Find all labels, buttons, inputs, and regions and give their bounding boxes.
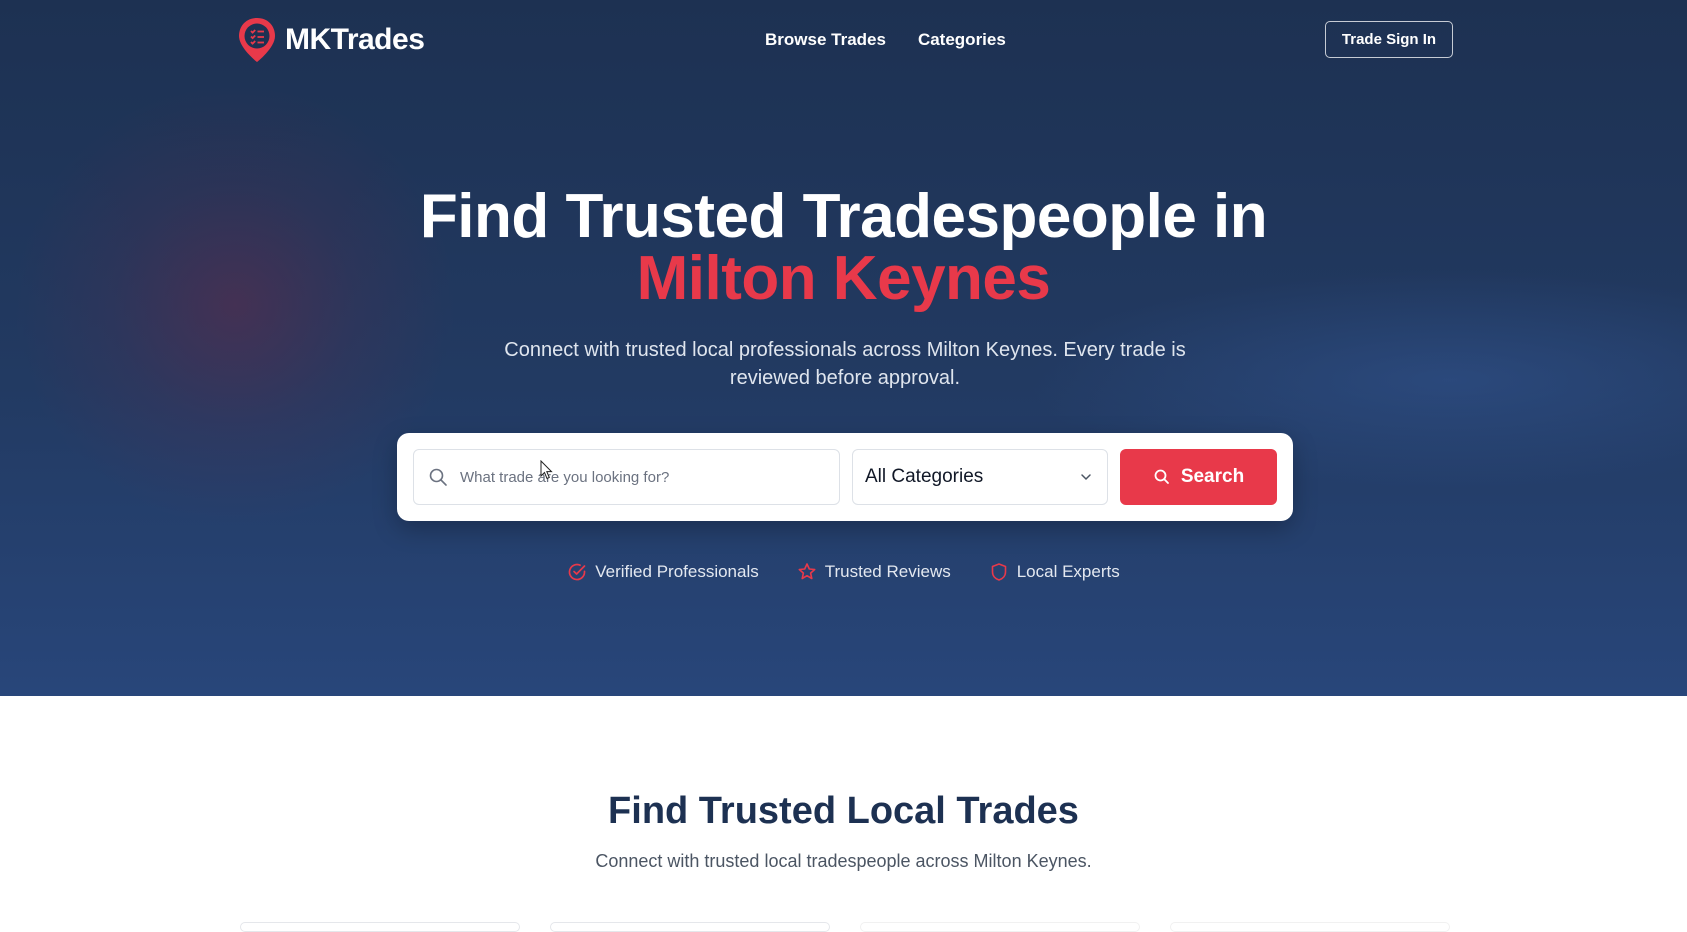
brand-logo[interactable]: MKTrades <box>237 16 425 64</box>
trade-card[interactable] <box>1170 922 1450 932</box>
check-circle-icon <box>568 563 586 581</box>
brand-name: MKTrades <box>285 23 425 56</box>
section-title: Find Trusted Local Trades <box>608 790 1079 832</box>
trade-sign-in-button[interactable]: Trade Sign In <box>1325 21 1453 58</box>
search-button-label: Search <box>1180 466 1245 487</box>
chevron-down-icon <box>1081 474 1091 481</box>
shield-icon <box>991 563 1007 581</box>
headline-accent: Milton Keynes <box>636 244 1051 313</box>
hero-headline: Find Trusted Tradespeople in Milton Keyn… <box>0 186 1687 310</box>
trade-card[interactable] <box>240 922 520 932</box>
feature-reviews: Trusted Reviews <box>797 562 951 582</box>
headline-main: Find Trusted Tradespeople in <box>419 182 1268 251</box>
feature-label: Local Experts <box>1016 562 1120 581</box>
hero-subtitle: Connect with trusted local professionals… <box>504 339 1186 389</box>
search-card: All Categories Search <box>397 433 1293 521</box>
nav-browse-trades[interactable]: Browse Trades <box>765 30 886 50</box>
search-button[interactable]: Search <box>1120 449 1277 505</box>
feature-verified: Verified Professionals <box>567 562 759 582</box>
star-icon <box>798 563 816 580</box>
section-subtitle: Connect with trusted local tradespeople … <box>595 851 1092 871</box>
nav-categories[interactable]: Categories <box>918 30 1006 50</box>
search-icon <box>429 468 447 486</box>
trade-card[interactable] <box>860 922 1140 932</box>
trade-card[interactable] <box>550 922 830 932</box>
category-selected-value: All Categories <box>865 466 984 487</box>
main-nav: Browse Trades Categories <box>765 30 1006 50</box>
location-pin-logo-icon <box>239 18 275 62</box>
hero-section: MKTrades Browse Trades Categories Trade … <box>0 0 1687 696</box>
category-select[interactable]: All Categories <box>852 449 1108 505</box>
trade-search-input[interactable] <box>460 468 820 486</box>
search-button-icon <box>1154 469 1169 484</box>
search-input-wrapper[interactable] <box>413 449 840 505</box>
feature-local: Local Experts <box>989 562 1120 582</box>
feature-label: Trusted Reviews <box>824 562 951 581</box>
mouse-cursor-icon <box>540 460 553 480</box>
feature-label: Verified Professionals <box>595 562 759 581</box>
feature-list: Verified Professionals Trusted Reviews L… <box>0 562 1687 582</box>
